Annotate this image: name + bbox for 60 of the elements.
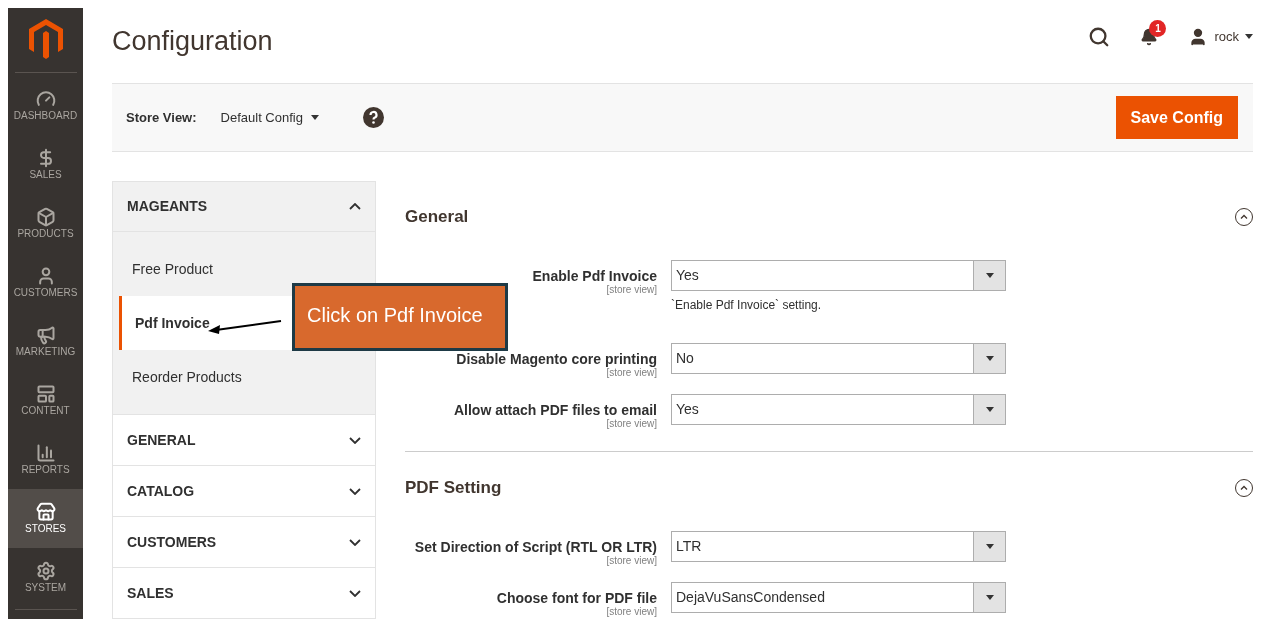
field-comment: `Enable Pdf Invoice` setting. xyxy=(671,297,823,314)
chevron-down-icon xyxy=(349,589,361,597)
menu-item[interactable]: SYSTEM xyxy=(8,548,83,607)
menu-item[interactable]: MARKETING xyxy=(8,312,83,371)
menu-icon xyxy=(35,89,56,109)
chevron-down-icon xyxy=(349,487,361,495)
chevron-up-icon xyxy=(349,203,361,210)
scope-label: [store view] xyxy=(606,284,657,296)
scope-label: [store view] xyxy=(606,606,657,618)
chevron-up-icon xyxy=(1240,485,1248,490)
select-field[interactable]: LTR xyxy=(671,531,1006,562)
menu-item[interactable]: CONTENT xyxy=(8,371,83,430)
config-tab[interactable]: Reorder Products xyxy=(119,350,375,404)
select-field[interactable]: DejaVuSansCondensed xyxy=(671,582,1006,613)
caret-icon xyxy=(985,273,994,278)
config-group-header[interactable]: MAGEANTS xyxy=(113,182,375,232)
chevron-down-icon xyxy=(349,436,361,444)
field-label: Set Direction of Script (RTL OR LTR) xyxy=(414,539,657,555)
caret-icon xyxy=(985,356,994,361)
help-icon[interactable] xyxy=(362,107,384,129)
select-field[interactable]: Yes xyxy=(671,394,1006,425)
menu-icon xyxy=(35,384,56,404)
notification-badge: 1 xyxy=(1149,19,1167,37)
caret-icon xyxy=(985,544,994,549)
field-label: Choose font for PDF file xyxy=(496,590,657,606)
page-title: Configuration xyxy=(112,25,274,59)
menu-item[interactable]: STORES xyxy=(8,489,83,548)
menu-item[interactable]: CUSTOMERS xyxy=(8,253,83,312)
save-config-button[interactable]: Save Config xyxy=(1115,96,1238,140)
menu-item[interactable]: SALES xyxy=(8,135,83,194)
scope-label: [store view] xyxy=(606,367,657,379)
caret-icon xyxy=(985,407,994,412)
caret-icon xyxy=(310,115,319,121)
menu-item[interactable]: PRODUCTS xyxy=(8,194,83,253)
menu-icon xyxy=(35,207,56,227)
caret-icon xyxy=(985,595,994,600)
search-icon[interactable] xyxy=(1088,25,1111,48)
store-view-dropdown[interactable]: Default Config xyxy=(220,107,319,128)
menu-item[interactable]: DASHBOARD xyxy=(8,76,83,135)
chevron-up-icon xyxy=(1240,214,1248,219)
store-view-label: Store View: xyxy=(126,108,197,127)
menu-icon xyxy=(35,443,56,463)
field-label: Enable Pdf Invoice xyxy=(532,268,657,284)
user-menu[interactable]: rock xyxy=(1188,26,1253,47)
field-label: Disable Magento core printing xyxy=(456,351,657,367)
scope-label: [store view] xyxy=(606,555,657,567)
logo-icon xyxy=(28,19,63,59)
callout-tooltip: Click on Pdf Invoice xyxy=(292,283,508,351)
select-field[interactable]: Yes xyxy=(671,260,1006,291)
menu-icon xyxy=(35,325,56,345)
section-title: General xyxy=(405,205,470,228)
menu-icon xyxy=(35,502,56,522)
menu-icon xyxy=(35,561,56,581)
field-label: Allow attach PDF files to email xyxy=(453,402,657,418)
section-title: PDF Setting xyxy=(405,476,503,499)
scope-label: [store view] xyxy=(606,418,657,430)
menu-item[interactable]: REPORTS xyxy=(8,430,83,489)
caret-icon xyxy=(1245,34,1253,40)
chevron-down-icon xyxy=(349,538,361,546)
select-field[interactable]: No xyxy=(671,343,1006,374)
